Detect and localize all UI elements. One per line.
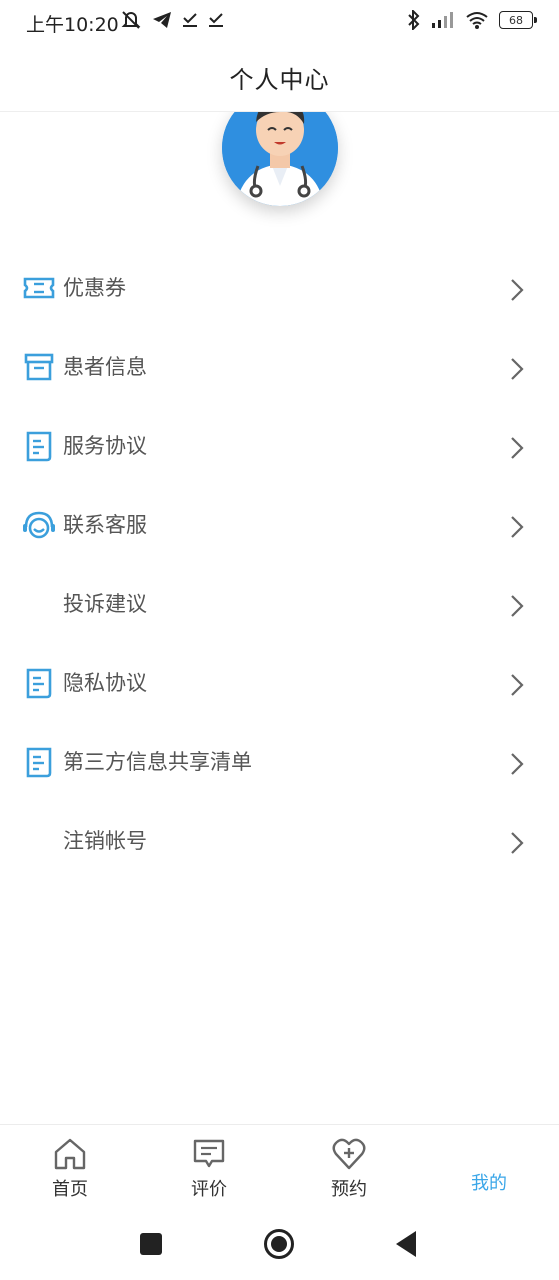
menu-item-label: 患者信息 (63, 355, 147, 379)
document-icon (26, 431, 52, 462)
archive-box-icon (24, 353, 54, 381)
chevron-right-icon (511, 358, 524, 380)
status-time: 上午10:20 (26, 14, 119, 36)
tab-reviews[interactable]: 评价 (159, 1125, 259, 1209)
menu-item-label: 隐私协议 (63, 671, 147, 695)
status-notification-icons (120, 10, 224, 30)
bluetooth-icon (408, 10, 420, 30)
check-icon (209, 13, 223, 27)
menu-item-label: 第三方信息共享清单 (63, 750, 252, 774)
chevron-right-icon (511, 279, 524, 301)
header-bar: 个人中心 (0, 44, 559, 112)
chevron-right-icon (511, 674, 524, 696)
document-icon (26, 668, 52, 699)
menu-item-complaints[interactable]: 投诉建议 (0, 564, 559, 643)
menu-item-cancel-account[interactable]: 注销帐号 (0, 801, 559, 880)
home-icon (54, 1138, 86, 1170)
headset-icon (23, 511, 55, 539)
tab-home[interactable]: 首页 (20, 1125, 120, 1209)
menu-item-customer-service[interactable]: 联系客服 (0, 485, 559, 564)
heart-plus-icon (332, 1138, 366, 1170)
menu-item-label: 优惠券 (63, 276, 126, 300)
menu-item-label: 注销帐号 (63, 829, 147, 853)
tab-label: 我的 (471, 1173, 507, 1194)
menu-item-coupons[interactable]: 优惠券 (0, 248, 559, 327)
wifi-icon (466, 12, 488, 29)
profile-menu: 优惠券 患者信息 服务协议 联系客服 投诉建议 隐私协议 第三方信息共享清单 注… (0, 248, 559, 880)
chevron-right-icon (511, 832, 524, 854)
comment-icon (193, 1139, 225, 1168)
check-icon (183, 13, 197, 27)
recent-apps-button[interactable] (139, 1232, 163, 1256)
menu-item-privacy-agreement[interactable]: 隐私协议 (0, 643, 559, 722)
battery-level: 68 (509, 13, 523, 27)
menu-item-service-agreement[interactable]: 服务协议 (0, 406, 559, 485)
system-navigation-bar (0, 1208, 559, 1280)
chevron-right-icon (511, 437, 524, 459)
menu-item-label: 投诉建议 (63, 592, 147, 616)
tab-mine[interactable]: 我的 (439, 1125, 539, 1209)
coupon-icon (23, 277, 55, 299)
status-bar: 上午10:20 68 (0, 0, 559, 44)
menu-item-patient-info[interactable]: 患者信息 (0, 327, 559, 406)
status-system-icons: 68 (407, 10, 537, 30)
tab-label: 评价 (191, 1179, 227, 1200)
back-button[interactable] (394, 1230, 418, 1258)
battery-icon: 68 (499, 11, 537, 29)
muted-bell-icon (121, 11, 141, 29)
signal-icon (432, 12, 453, 28)
document-icon (26, 747, 52, 778)
tab-label: 预约 (331, 1179, 367, 1200)
chevron-right-icon (511, 516, 524, 538)
bottom-tab-bar: 首页 评价 预约 我的 (0, 1124, 559, 1208)
menu-item-third-party-sharing[interactable]: 第三方信息共享清单 (0, 722, 559, 801)
tab-label: 首页 (52, 1179, 88, 1200)
home-button[interactable] (263, 1228, 295, 1260)
telegram-icon (153, 12, 171, 28)
page-title: 个人中心 (229, 66, 330, 94)
menu-item-label: 联系客服 (63, 513, 147, 537)
chevron-right-icon (511, 595, 524, 617)
menu-item-label: 服务协议 (63, 434, 147, 458)
tab-appointment[interactable]: 预约 (299, 1125, 399, 1209)
chevron-right-icon (511, 753, 524, 775)
